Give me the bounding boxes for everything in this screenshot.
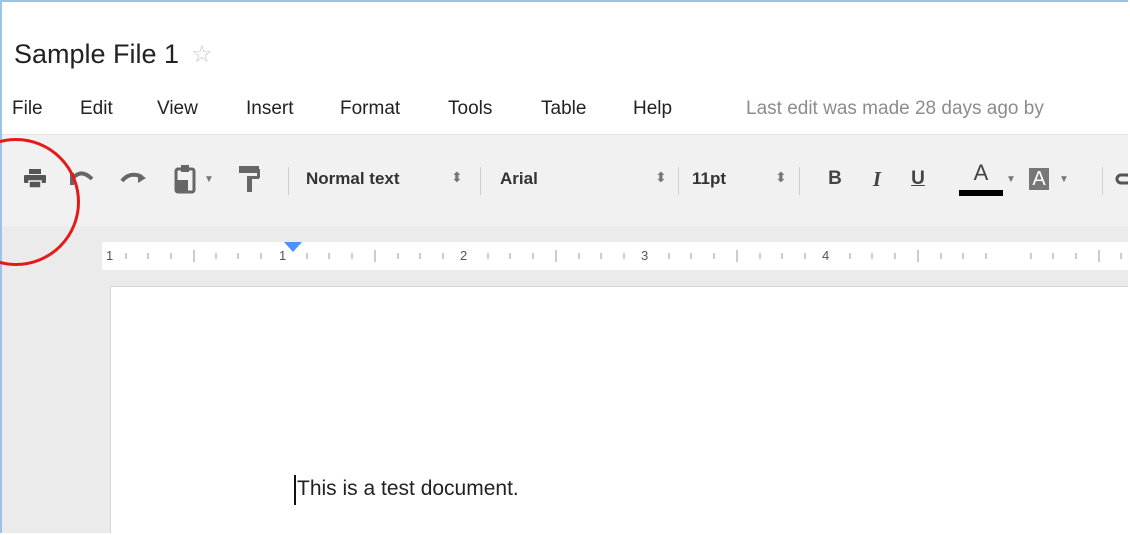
toolbar-separator (288, 167, 289, 195)
bold-icon: B (828, 168, 842, 189)
app-window: Sample File 1 ☆ File Edit View Insert Fo… (0, 0, 1128, 533)
italic-button[interactable]: I (864, 159, 890, 199)
toolbar: ▼ Normal text ⬍ Arial ⬍ 11pt ⬍ B I U A ▼… (2, 134, 1128, 227)
link-button[interactable] (1114, 159, 1128, 199)
text-color-bar (959, 190, 1003, 196)
font-select[interactable]: Arial (500, 159, 560, 199)
menu-bar: File Edit View Insert Format Tools Table… (2, 98, 1128, 128)
highlight-color-icon: A (1029, 168, 1049, 190)
font-select-value: Arial (500, 169, 538, 188)
last-edit-link[interactable]: Last edit was made 28 days ago by (746, 98, 1044, 120)
style-select-value: Normal text (306, 169, 400, 188)
font-size-value: 11pt (692, 169, 727, 188)
menu-edit[interactable]: Edit (80, 98, 113, 120)
chevron-down-icon[interactable]: ▼ (1057, 159, 1071, 199)
menu-help[interactable]: Help (633, 98, 672, 120)
menu-tools[interactable]: Tools (448, 98, 492, 120)
toolbar-separator (1102, 167, 1103, 195)
style-select-arrows-icon[interactable]: ⬍ (451, 169, 463, 186)
menu-view[interactable]: View (157, 98, 198, 120)
menu-table[interactable]: Table (541, 98, 586, 120)
chevron-down-icon[interactable]: ▼ (202, 159, 216, 199)
font-size-select[interactable]: 11pt (692, 159, 738, 199)
paste-icon (174, 165, 196, 194)
menu-format[interactable]: Format (340, 98, 400, 120)
indent-marker-icon[interactable] (284, 242, 302, 252)
star-outline-icon[interactable]: ☆ (191, 40, 213, 69)
ruler[interactable]: 1 1 2 3 4 (102, 242, 1128, 270)
link-icon (1115, 173, 1128, 185)
ruler-label: 2 (460, 248, 468, 263)
document-body-text[interactable]: This is a test document. (297, 477, 519, 501)
redo-button[interactable] (119, 159, 151, 199)
font-select-arrows-icon[interactable]: ⬍ (655, 169, 667, 186)
ruler-label: 1 (106, 248, 114, 263)
text-color-button[interactable]: A (958, 159, 1004, 199)
ruler-label: 3 (641, 248, 649, 263)
ruler-label: 4 (822, 248, 830, 263)
title-row: Sample File 1 ☆ (14, 32, 213, 76)
paint-format-icon (239, 166, 260, 192)
document-title[interactable]: Sample File 1 (14, 39, 179, 70)
toolbar-separator (480, 167, 481, 195)
redo-icon (120, 172, 146, 183)
bold-button[interactable]: B (822, 159, 848, 199)
paint-format-button[interactable] (234, 159, 264, 199)
chevron-down-icon[interactable]: ▼ (1004, 159, 1018, 199)
paste-button[interactable] (170, 159, 200, 199)
text-cursor (294, 475, 296, 505)
text-color-icon: A (973, 160, 989, 185)
toolbar-separator (799, 167, 800, 195)
font-size-arrows-icon[interactable]: ⬍ (775, 169, 787, 186)
menu-file[interactable]: File (12, 98, 43, 120)
italic-icon: I (872, 166, 882, 191)
underline-button[interactable]: U (905, 159, 931, 199)
document-page[interactable]: This is a test document. (110, 286, 1128, 533)
ruler-ticks (125, 250, 1122, 262)
style-select[interactable]: Normal text (306, 159, 426, 199)
menu-insert[interactable]: Insert (246, 98, 294, 120)
toolbar-separator (678, 167, 679, 195)
underline-icon: U (911, 168, 925, 189)
highlight-color-button[interactable]: A (1024, 159, 1054, 199)
